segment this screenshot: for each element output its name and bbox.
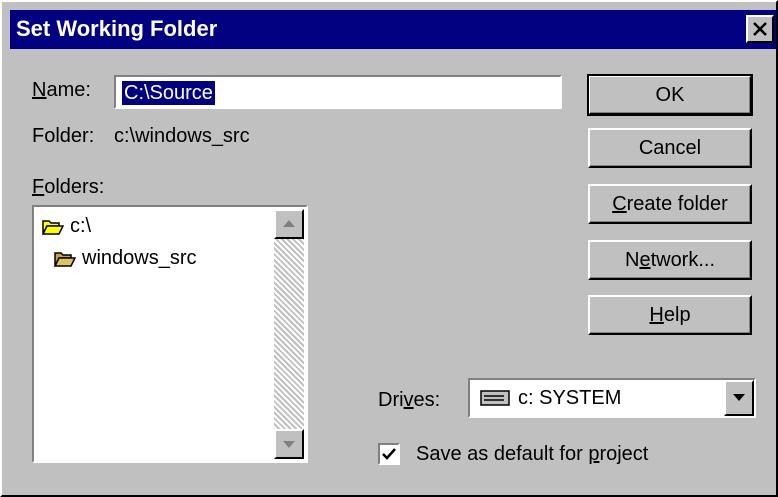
- folder-item-root[interactable]: c:\: [41, 213, 92, 241]
- arrow-down-icon: [283, 441, 295, 448]
- set-working-folder-dialog: Set Working Folder Name: C:\Source Folde…: [0, 0, 778, 497]
- create-folder-button[interactable]: Create folder: [588, 184, 752, 224]
- save-default-label: Save as default for project: [416, 443, 649, 465]
- folder-path: c:\windows_src: [114, 125, 250, 147]
- title-bar[interactable]: Set Working Folder: [10, 10, 776, 49]
- drives-dropdown-button[interactable]: [724, 380, 754, 416]
- folder-item-label: windows_src: [82, 247, 197, 269]
- scroll-up-button[interactable]: [274, 209, 304, 239]
- drives-value: c: SYSTEM: [518, 387, 622, 409]
- drives-select[interactable]: c: SYSTEM: [468, 378, 756, 418]
- chevron-down-icon: [733, 394, 745, 401]
- checkmark-icon: [382, 448, 396, 460]
- cancel-button[interactable]: Cancel: [588, 128, 752, 168]
- name-input-value: C:\Source: [122, 81, 215, 105]
- folder-item-label: c:\: [70, 215, 92, 237]
- help-button[interactable]: Help: [588, 295, 752, 335]
- open-folder-icon: [41, 219, 65, 235]
- close-icon: [753, 22, 767, 36]
- drive-icon: [480, 390, 510, 406]
- ok-button[interactable]: OK: [587, 74, 753, 116]
- folder-item-windows-src[interactable]: windows_src: [53, 245, 197, 273]
- name-input[interactable]: C:\Source: [114, 75, 562, 109]
- folder-label: Folder:: [32, 125, 95, 147]
- open-folder-icon: [53, 251, 77, 267]
- folders-list[interactable]: c:\ windows_src: [32, 205, 308, 463]
- folders-scrollbar[interactable]: [274, 209, 304, 459]
- folders-label: Folders:: [32, 176, 105, 198]
- close-button[interactable]: [746, 15, 774, 43]
- network-button[interactable]: Network...: [588, 240, 752, 280]
- name-label: Name:: [32, 79, 91, 101]
- drives-label: Drives:: [378, 389, 441, 411]
- scroll-down-button[interactable]: [274, 429, 304, 459]
- dialog-title: Set Working Folder: [16, 16, 218, 41]
- arrow-up-icon: [283, 220, 295, 227]
- save-default-checkbox[interactable]: [378, 443, 400, 465]
